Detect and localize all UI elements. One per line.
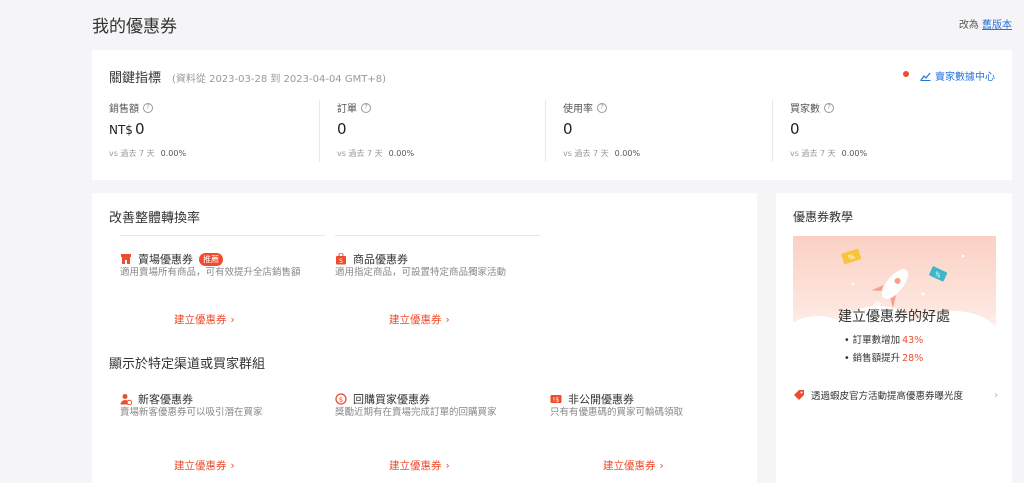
svg-text:S: S [339,258,343,265]
metric-compare-value: 0.00% [160,149,187,158]
create-label: 建立優惠券 [174,460,227,472]
coupon-types-card: 改善整體轉換率 賣場優惠券 推薦 適用賣場所有商品，可有效提升全店銷售額 建立優… [92,193,757,483]
chevron-right-icon: › [230,314,235,326]
chevron-right-icon: › [659,460,664,472]
create-label: 建立優惠券 [603,460,656,472]
create-label: 建立優惠券 [389,460,442,472]
chart-icon [920,72,931,81]
coupon-description: 適用指定商品，可設置特定商品獨家活動 [335,267,507,278]
create-new-buyer-coupon-button[interactable]: 建立優惠券 › [174,458,235,473]
help-icon[interactable]: ? [597,102,607,113]
metric-compare-label: vs 過去 7 天 [790,149,836,158]
coupon-description: 適用賣場所有商品，可有效提升全店銷售額 [120,267,301,278]
metric-value: 0 [337,120,347,138]
date-range: (資料從 2023-03-28 到 2023-04-04 GMT+8) [172,74,386,85]
new-buyer-coupon-option: 新客優惠券 賣場新客優惠券可以吸引潛在買家 [120,376,325,436]
bag-icon: S [336,253,346,265]
metric-compare-label: vs 過去 7 天 [337,149,383,158]
tutorial-title: 優惠券教學 [793,210,854,224]
key-metrics-card: 關鍵指標 (資料從 2023-03-28 到 2023-04-04 GMT+8)… [92,50,1012,180]
private-coupon-option: !$ 非公開優惠券 只有有優惠碼的買家可輸碼領取 [550,376,755,436]
metric-label: 使用率 [563,104,593,115]
metric-label: 買家數 [790,104,820,115]
metric-value: 0 [790,120,800,138]
svg-text:!$: !$ [553,396,560,404]
targeted-section-title: 顯示於特定渠道或買家群組 [109,357,266,372]
benefit-sales: • 銷售額提升 28% [844,350,923,364]
coupon-description: 賣場新客優惠券可以吸引潛在買家 [120,407,263,418]
chevron-right-icon: › [445,460,450,472]
coupon-name: 賣場優惠券 [138,253,193,266]
metric-value: 0 [134,120,145,138]
create-shop-coupon-button[interactable]: 建立優惠券 › [174,312,235,327]
repeat-buyer-icon: $ [335,393,347,405]
conversion-section-title: 改善整體轉換率 [109,211,201,226]
new-user-icon [120,394,132,405]
metric-compare-value: 0.00% [841,149,868,158]
metric-compare-label: vs 過去 7 天 [109,149,155,158]
metric-sales: 銷售額? NT$ 0 vs 過去 7 天 0.00% [92,100,318,162]
benefit-orders: • 訂單數增加 43% [844,332,923,346]
seller-data-center-link[interactable]: 賣家數據中心 [920,68,995,83]
currency: NT$ [109,123,133,137]
create-label: 建立優惠券 [174,314,227,326]
shopee-campaign-link[interactable]: 透過蝦皮官方活動提高優惠券曝光度 › [793,388,998,402]
metric-usage-rate: 使用率? 0 vs 過去 7 天 0.00% [545,100,771,162]
metric-orders: 訂單? 0 vs 過去 7 天 0.00% [319,100,545,162]
benefit-label: • 訂單數增加 [844,335,901,346]
old-version-link[interactable]: 舊版本 [982,20,1012,31]
help-icon[interactable]: ? [361,102,371,113]
chevron-right-icon: › [230,460,235,472]
benefit-value: 43% [902,335,924,346]
metric-buyers: 買家數? 0 vs 過去 7 天 0.00% [772,100,998,162]
private-coupon-icon: !$ [550,395,562,404]
metric-label: 銷售額 [109,104,139,115]
help-icon[interactable]: ? [143,102,153,113]
campaign-link-label: 透過蝦皮官方活動提高優惠券曝光度 [811,391,964,402]
svg-text:$: $ [339,396,343,404]
version-switch: 改為 舊版本 [959,16,1012,31]
repeat-buyer-coupon-option: $ 回購買家優惠券 獎勵近期有在賣場完成訂單的回購買家 [335,376,540,436]
notification-dot [903,71,909,77]
shop-icon [121,254,131,264]
page-title: 我的優惠券 [92,17,177,37]
version-switch-label: 改為 [958,20,979,31]
coupon-name: 非公開優惠券 [568,393,634,406]
chevron-right-icon: › [994,389,998,401]
coupon-name: 回購買家優惠券 [353,393,430,406]
seller-data-center-label: 賣家數據中心 [935,72,995,83]
coupon-name: 商品優惠券 [353,253,408,266]
create-repeat-buyer-coupon-button[interactable]: 建立優惠券 › [389,458,450,473]
metric-compare-value: 0.00% [388,149,415,158]
benefit-value: 28% [902,353,924,364]
coupon-description: 只有有優惠碼的買家可輸碼領取 [550,407,684,418]
tag-icon [794,390,804,400]
create-private-coupon-button[interactable]: 建立優惠券 › [603,458,664,473]
metric-compare-value: 0.00% [614,149,641,158]
key-metrics-title: 關鍵指標 [109,71,162,86]
metric-value: 0 [563,120,573,138]
create-label: 建立優惠券 [389,314,442,326]
coupon-description: 獎勵近期有在賣場完成訂單的回購買家 [335,407,497,418]
metric-compare-label: vs 過去 7 天 [563,149,609,158]
metric-label: 訂單 [337,104,357,115]
coupon-tutorial-card: 優惠券教學 % % 建立優惠券的好處 • 訂單數增加 43% • 銷售額提升 28%… [776,193,1012,483]
benefit-label: • 銷售額提升 [844,353,901,364]
benefit-title: 建立優惠券的好處 [838,309,950,325]
chevron-right-icon: › [445,314,450,326]
create-product-coupon-button[interactable]: 建立優惠券 › [389,312,450,327]
coupon-name: 新客優惠券 [138,393,193,406]
help-icon[interactable]: ? [824,102,834,113]
recommended-badge: 推薦 [199,252,223,266]
